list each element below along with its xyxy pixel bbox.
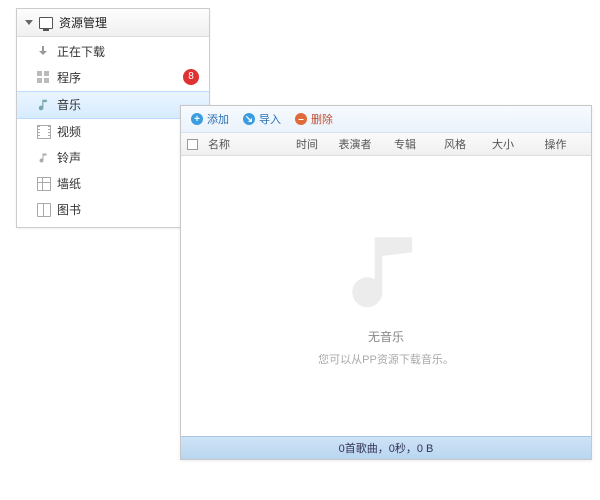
sidebar-item-label: 墙纸 [57,175,81,193]
sidebar-title: 资源管理 [59,14,107,31]
download-icon [37,45,51,59]
main-panel: + 添加 ↘ 导入 – 删除 名称 时间 表演者 专辑 风格 大小 操作 无音乐… [180,105,592,460]
add-label: 添加 [207,111,229,127]
sidebar-item-label: 正在下载 [57,43,105,61]
add-button[interactable]: + 添加 [191,111,229,127]
sidebar-header[interactable]: 资源管理 [17,9,209,37]
empty-state: 无音乐 您可以从PP资源下载音乐。 [181,156,591,436]
toolbar: + 添加 ↘ 导入 – 删除 [181,106,591,133]
empty-subtitle: 您可以从PP资源下载音乐。 [318,351,454,367]
sidebar-item-downloading[interactable]: 正在下载 [17,39,209,65]
col-size[interactable]: 大小 [480,136,526,152]
ringtone-icon [37,151,51,165]
music-icon [37,98,51,112]
wallpaper-icon [37,177,51,191]
col-album[interactable]: 专辑 [380,136,430,152]
col-name[interactable]: 名称 [204,136,284,152]
book-icon [37,203,51,217]
col-time[interactable]: 时间 [284,136,330,152]
video-icon [37,125,51,139]
status-text: 0首歌曲，0秒，0 B [339,443,434,455]
empty-title: 无音乐 [368,328,404,345]
table-header: 名称 时间 表演者 专辑 风格 大小 操作 [181,133,591,156]
col-artist[interactable]: 表演者 [330,136,380,152]
col-op[interactable]: 操作 [526,136,585,152]
status-bar: 0首歌曲，0秒，0 B [181,436,591,459]
sidebar-item-label: 程序 [57,69,81,87]
plus-icon: + [191,113,203,125]
sidebar-item-label: 音乐 [57,96,81,114]
sidebar-item-label: 图书 [57,201,81,219]
delete-label: 删除 [311,111,333,127]
music-placeholder-icon [341,226,431,316]
badge-count: 8 [183,69,199,85]
select-all-checkbox[interactable] [187,139,198,150]
sidebar-item-apps[interactable]: 程序 8 [17,65,209,91]
minus-icon: – [295,113,307,125]
collapse-arrow-icon [25,20,33,25]
import-button[interactable]: ↘ 导入 [243,111,281,127]
sidebar-item-label: 视频 [57,123,81,141]
delete-button[interactable]: – 删除 [295,111,333,127]
monitor-icon [39,17,53,29]
import-icon: ↘ [243,113,255,125]
sidebar-item-label: 铃声 [57,149,81,167]
col-genre[interactable]: 风格 [430,136,480,152]
grid-icon [37,71,51,85]
import-label: 导入 [259,111,281,127]
